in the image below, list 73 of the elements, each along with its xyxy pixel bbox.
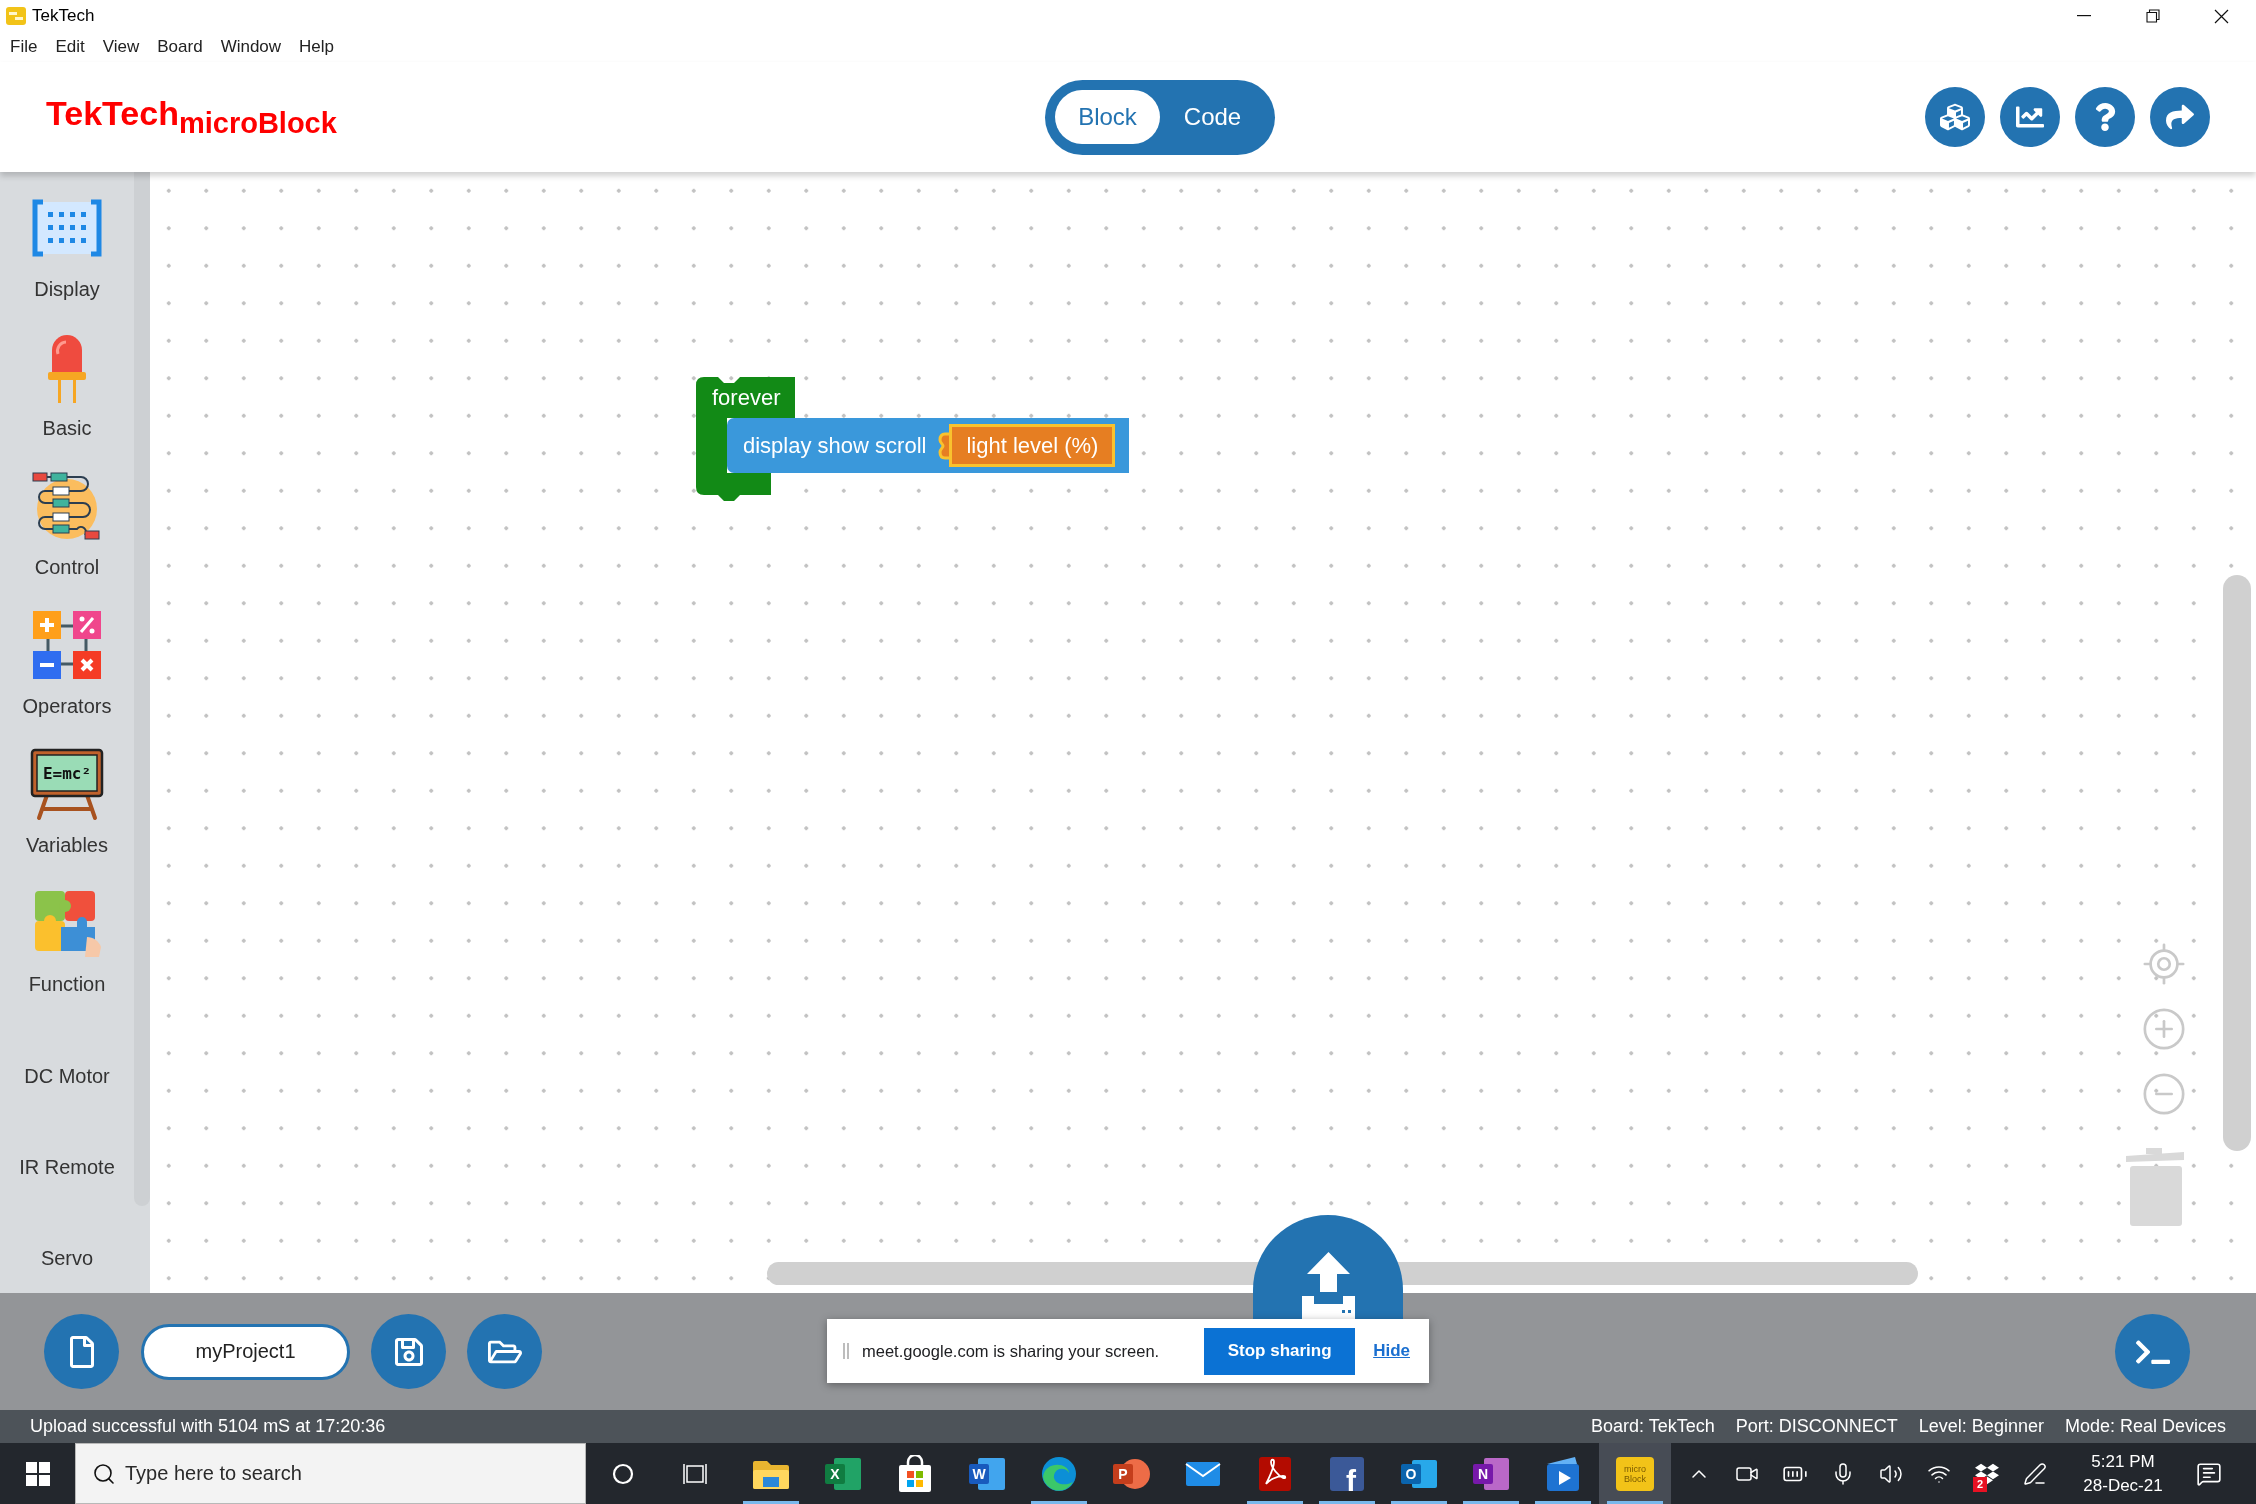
clock-date[interactable]: 28-Dec-21 xyxy=(2083,1473,2163,1498)
category-button[interactable]: Basic xyxy=(0,311,134,450)
flowchart-icon xyxy=(31,469,103,543)
project-name-field[interactable]: myProject1 xyxy=(141,1323,350,1380)
view-tab[interactable]: Code xyxy=(1160,90,1265,144)
category-button[interactable]: Display xyxy=(0,172,134,311)
clock-time[interactable]: 5:21 PM xyxy=(2091,1449,2155,1474)
stop-sharing-button[interactable]: Stop sharing xyxy=(1204,1327,1356,1375)
close-icon xyxy=(2214,8,2229,24)
circle-icon[interactable] xyxy=(611,1462,634,1485)
upload-status-text: Upload successful with 5104 mS at 17:20:36 xyxy=(30,1415,386,1438)
taskbar-app-button[interactable]: f xyxy=(1311,1443,1383,1504)
hide-link[interactable]: Hide xyxy=(1373,1338,1410,1364)
category-button[interactable]: IR Remote xyxy=(0,1097,134,1188)
window-title: TekTech xyxy=(32,5,95,28)
taskbar-app-button[interactable]: X xyxy=(807,1443,879,1504)
minimize-icon xyxy=(2076,15,2091,17)
app-icon xyxy=(6,7,26,25)
app-tile-icon: micro Block xyxy=(1616,1456,1654,1491)
sidebar-scrollbar[interactable] xyxy=(134,172,150,1206)
led-matrix-icon xyxy=(31,199,103,257)
task-view-icon[interactable] xyxy=(683,1462,707,1485)
block-label: display show scroll xyxy=(743,431,927,460)
status-item: Board: TekTech xyxy=(1591,1415,1715,1438)
swirl-icon xyxy=(1041,1455,1077,1492)
category-button[interactable]: Servo xyxy=(0,1188,134,1279)
app-logo: TekTech$_{microBlock}$ xyxy=(46,93,337,142)
cubes-button[interactable] xyxy=(1925,87,1985,147)
block-label: forever xyxy=(712,384,781,412)
view-tab[interactable]: Block xyxy=(1055,90,1160,144)
taskbar-app-button[interactable]: W xyxy=(951,1443,1023,1504)
window-panes-icon xyxy=(25,1461,50,1486)
taskbar-app-button[interactable]: N xyxy=(1455,1443,1527,1504)
math-operators-icon xyxy=(31,609,103,681)
save-icon xyxy=(392,1335,425,1368)
social-tile-icon: f xyxy=(1329,1455,1365,1492)
taskbar-app-button[interactable]: micro Block xyxy=(1599,1443,1671,1504)
status-item: Level: Beginner xyxy=(1918,1415,2044,1438)
taskbar-app-button[interactable]: O xyxy=(1383,1443,1455,1504)
vertical-scrollbar[interactable] xyxy=(2223,575,2251,1151)
search-box[interactable]: Type here to search xyxy=(75,1443,586,1504)
cubes-icon xyxy=(1940,102,1970,132)
status-item: Port: DISCONNECT xyxy=(1735,1415,1898,1438)
envelope-icon xyxy=(1185,1460,1221,1487)
sharing-message: meet.google.com is sharing your screen. xyxy=(862,1340,1160,1362)
menu-item[interactable]: Help xyxy=(295,34,339,60)
play-tile-icon xyxy=(1545,1455,1581,1492)
search-field[interactable]: Type here to search xyxy=(125,1453,585,1494)
category-button[interactable]: Operators xyxy=(0,589,134,728)
category-button[interactable]: E=mc² Variables xyxy=(0,728,134,867)
menu-item[interactable]: Window xyxy=(216,34,286,60)
shopping-bag-icon xyxy=(896,1454,934,1493)
taskbar-app-button[interactable]: P xyxy=(1095,1443,1167,1504)
menu-item[interactable]: File xyxy=(6,34,42,60)
share-arrow-icon xyxy=(2166,103,2194,131)
menu-item[interactable]: Edit xyxy=(51,34,89,60)
category-button[interactable]: Function xyxy=(0,867,134,1006)
restore-icon xyxy=(2145,9,2160,23)
search-icon xyxy=(92,1461,116,1486)
connector-tab-icon xyxy=(938,431,950,460)
notifications-icon[interactable] xyxy=(2196,1460,2222,1487)
pdf-tile-icon xyxy=(1258,1455,1292,1492)
category-button[interactable]: DC Motor xyxy=(0,1006,134,1097)
pen-icon[interactable] xyxy=(2023,1461,2047,1486)
grip-icon[interactable] xyxy=(843,1343,849,1359)
menu-item[interactable]: Board xyxy=(153,34,207,60)
share-button[interactable] xyxy=(2150,87,2210,147)
notification-badge: 2 xyxy=(1973,1476,1987,1492)
menu-item[interactable]: View xyxy=(98,34,144,60)
help-button[interactable] xyxy=(2075,87,2135,147)
chart-button[interactable] xyxy=(2000,87,2060,147)
status-item: Mode: Real Devices xyxy=(2064,1415,2226,1438)
category-button[interactable]: Control xyxy=(0,450,134,589)
